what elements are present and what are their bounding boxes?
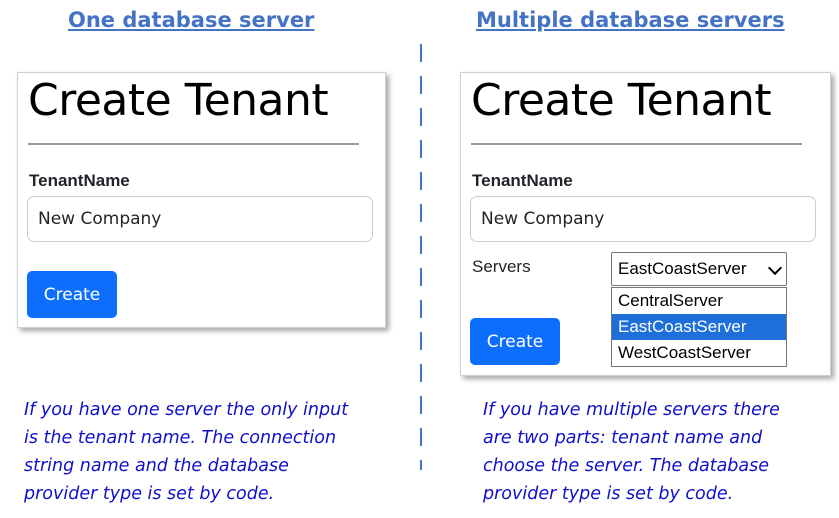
create-tenant-panel-multi: Create Tenant TenantName Servers EastCoa… [460, 72, 831, 376]
tenant-name-label: TenantName [29, 171, 130, 190]
page-title: Create Tenant [471, 75, 772, 126]
note-line: If you have multiple servers there [483, 400, 780, 420]
tenant-name-label: TenantName [472, 171, 573, 190]
create-button[interactable]: Create [470, 318, 560, 365]
tenant-name-input[interactable] [470, 196, 816, 242]
servers-dropdown-list: CentralServer EastCoastServer WestCoastS… [611, 287, 787, 367]
page-title: Create Tenant [28, 75, 329, 126]
servers-label: Servers [472, 257, 531, 276]
note-multiple-servers: If you have multiple servers there are t… [483, 396, 828, 508]
heading-one-server: One database server [68, 8, 315, 32]
create-button[interactable]: Create [27, 271, 117, 318]
note-line: If you have one server the only input [24, 400, 349, 420]
section-divider [420, 44, 422, 470]
server-option-westcoast[interactable]: WestCoastServer [612, 340, 786, 366]
servers-select-value: EastCoastServer [618, 259, 747, 278]
title-divider [28, 143, 359, 145]
note-line: string name and the database [24, 456, 289, 476]
note-line: provider type is set by code. [24, 484, 275, 504]
create-tenant-panel-single: Create Tenant TenantName Create [17, 72, 386, 328]
note-line: is the tenant name. The connection [24, 428, 337, 448]
note-line: provider type is set by code. [483, 484, 734, 504]
note-line: are two parts: tenant name and [483, 428, 763, 448]
heading-multiple-servers: Multiple database servers [476, 8, 785, 32]
server-option-central[interactable]: CentralServer [612, 288, 786, 314]
note-one-server: If you have one server the only input is… [24, 396, 384, 508]
server-option-eastcoast[interactable]: EastCoastServer [612, 314, 786, 340]
note-line: choose the server. The database [483, 456, 770, 476]
servers-select[interactable]: EastCoastServer [611, 252, 787, 286]
title-divider [471, 143, 802, 145]
tenant-name-input[interactable] [27, 196, 373, 242]
chevron-down-icon [767, 260, 783, 276]
